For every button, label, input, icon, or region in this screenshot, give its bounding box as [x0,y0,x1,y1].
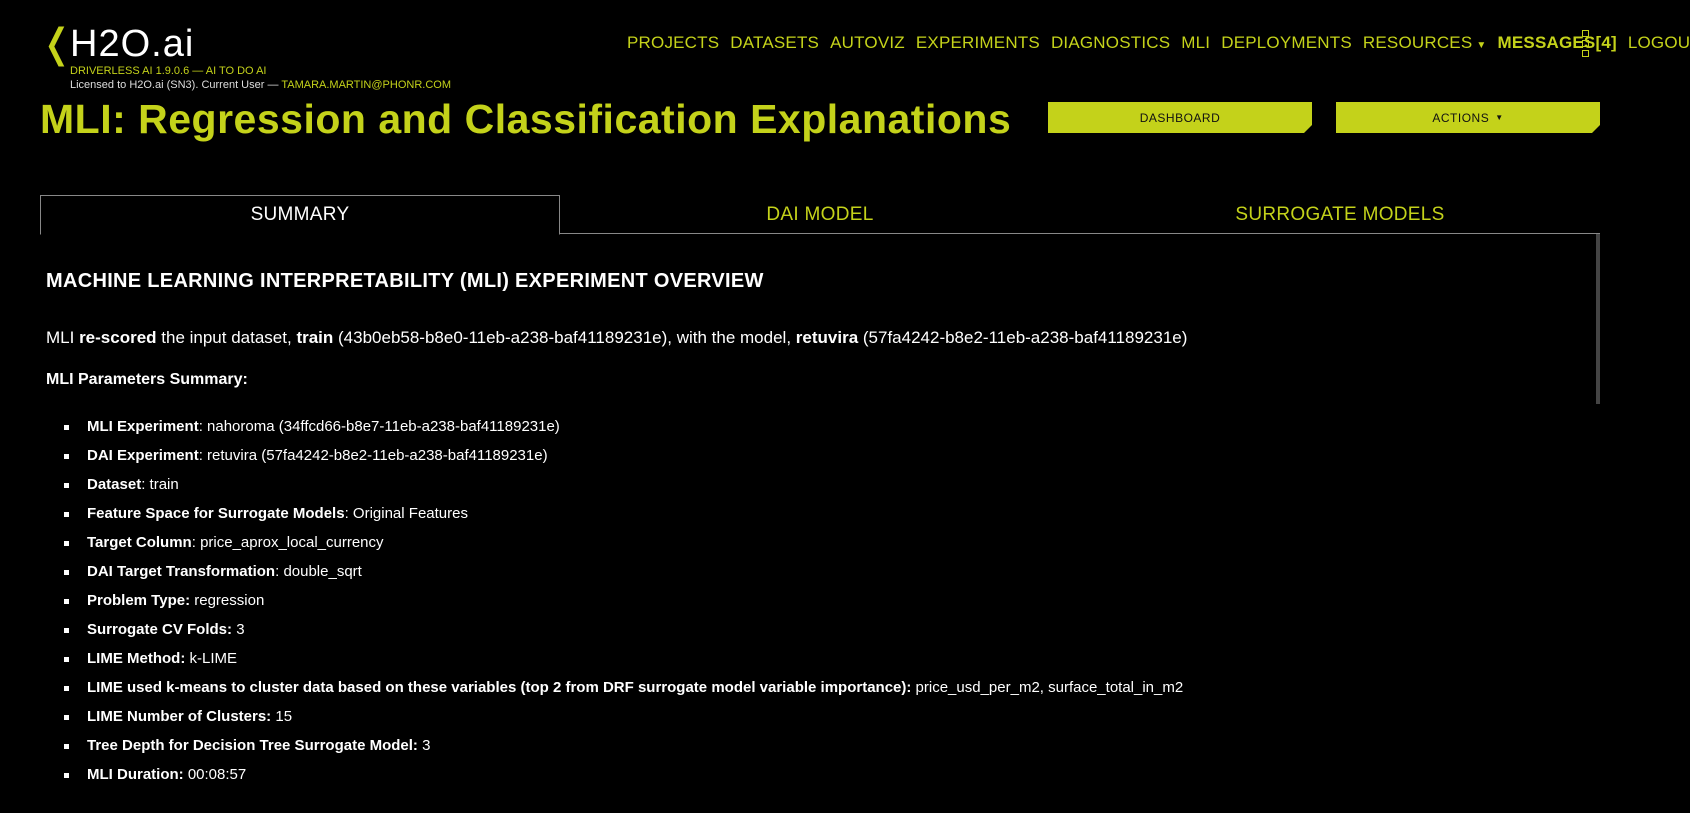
param-label: Dataset [87,476,142,493]
param-label: LIME used k-means to cluster data based … [87,679,912,696]
param-list: MLI Experiment: nahoroma (34ffcd66-b8e7-… [64,416,1183,793]
param-label: MLI Experiment [87,418,199,435]
page-title: MLI: Regression and Classification Expla… [40,96,1012,142]
param-value: 00:08:57 [187,766,247,783]
actions-button[interactable]: ACTIONS ▼ [1336,102,1600,133]
license-line: Licensed to H2O.ai (SN3). Current User —… [70,79,451,91]
list-item: LIME used k-means to cluster data based … [64,677,1183,706]
param-value: k-LIME [189,650,238,667]
current-user: TAMARA.MARTIN@PHONR.COM [281,79,451,91]
list-item: DAI Experiment: retuvira (57fa4242-b8e2-… [64,445,1183,474]
list-item: Feature Space for Surrogate Models: Orig… [64,503,1183,532]
rescore-text: (57fa4242-b8e2-11eb-a238-baf41189231e) [858,328,1188,347]
caret-down-icon: ▼ [1476,40,1487,51]
param-label: DAI Experiment [87,447,199,464]
param-label: Surrogate CV Folds: [87,621,233,638]
param-sep: : [141,476,150,493]
dashboard-button-label: DASHBOARD [1139,110,1221,125]
tab-surrogate-models[interactable]: SURROGATE MODELS [1080,195,1600,234]
tab-dai-model[interactable]: DAI MODEL [560,195,1080,234]
list-item: LIME Method: k-LIME [64,648,1183,677]
menu-dots-icon[interactable] [1582,30,1590,60]
param-label: LIME Number of Clusters: [87,708,272,725]
param-value: 15 [275,708,293,725]
nav-deployments[interactable]: DEPLOYMENTS [1221,33,1352,53]
actions-button-label: ACTIONS [1432,110,1490,125]
param-value: 3 [236,621,245,638]
param-label: Feature Space for Surrogate Models [87,505,345,522]
param-value: 3 [422,737,431,754]
list-item: Dataset: train [64,474,1183,503]
list-item: Surrogate CV Folds: 3 [64,619,1183,648]
license-text: Licensed to H2O.ai (SN3). Current User — [70,79,279,91]
param-value: retuvira (57fa4242-b8e2-11eb-a238-baf411… [207,447,548,464]
brand-title: H2O.ai [70,23,195,65]
param-sep: : [198,418,208,435]
param-sep: : [191,534,201,551]
nav-projects[interactable]: PROJECTS [627,33,719,53]
param-label: LIME Method: [87,650,186,667]
overview-title: MACHINE LEARNING INTERPRETABILITY (MLI) … [46,270,764,292]
list-item: MLI Duration: 00:08:57 [64,764,1183,793]
caret-down-icon: ▼ [1495,113,1504,122]
nav-autoviz[interactable]: AUTOVIZ [830,33,905,53]
nav-experiments[interactable]: EXPERIMENTS [916,33,1040,53]
rescore-text: the input dataset, [156,328,297,347]
tab-bar: SUMMARY DAI MODEL SURROGATE MODELS [40,195,1600,235]
list-item: DAI Target Transformation: double_sqrt [64,561,1183,590]
nav-resources-label: RESOURCES [1362,33,1473,52]
param-sep: : [344,505,353,522]
nav-datasets[interactable]: DATASETS [730,33,819,53]
param-value: double_sqrt [283,563,362,580]
param-value: price_aprox_local_currency [200,534,384,551]
tab-summary[interactable]: SUMMARY [40,195,560,235]
list-item: Target Column: price_aprox_local_currenc… [64,532,1183,561]
rescore-description: MLI re-scored the input dataset, train (… [46,328,1187,348]
dataset-name: train [296,328,334,347]
param-label: DAI Target Transformation [87,563,276,580]
param-value: regression [194,592,265,609]
brand-subtitle: DRIVERLESS AI 1.9.0.6 — AI TO DO AI [70,65,267,77]
list-item: Tree Depth for Decision Tree Surrogate M… [64,735,1183,764]
rescore-text: (43b0eb58-b8e0-11eb-a238-baf41189231e), … [333,328,796,347]
rescore-keyword: re-scored [79,328,157,347]
param-value: train [149,476,179,493]
param-label: Target Column [87,534,192,551]
param-label: Problem Type: [87,592,191,609]
param-label: Tree Depth for Decision Tree Surrogate M… [87,737,418,754]
list-item: LIME Number of Clusters: 15 [64,706,1183,735]
nav-mli[interactable]: MLI [1181,33,1210,53]
param-value: nahoroma (34ffcd66-b8e7-11eb-a238-baf411… [207,418,560,435]
param-sep: : [198,447,208,464]
list-item: MLI Experiment: nahoroma (34ffcd66-b8e7-… [64,416,1183,445]
param-label: MLI Duration: [87,766,184,783]
dashboard-button[interactable]: DASHBOARD [1048,102,1312,133]
nav-diagnostics[interactable]: DIAGNOSTICS [1051,33,1170,53]
nav-logout[interactable]: LOGOUT [1628,33,1690,53]
list-item: Problem Type: regression [64,590,1183,619]
params-title: MLI Parameters Summary: [46,371,248,388]
rescore-text: MLI [46,328,80,347]
summary-panel [40,234,1600,404]
nav-resources[interactable]: RESOURCES ▼ [1363,33,1487,53]
top-nav: PROJECTS DATASETS AUTOVIZ EXPERIMENTS DI… [627,32,1690,54]
param-value: price_usd_per_m2, surface_total_in_m2 [915,679,1184,696]
param-value: Original Features [352,505,468,522]
back-chevron-icon[interactable]: ❬ [40,24,74,64]
panel-scrollbar[interactable] [1596,234,1600,404]
nav-messages[interactable]: MESSAGES[4] [1498,33,1617,53]
model-name: retuvira [795,328,859,347]
